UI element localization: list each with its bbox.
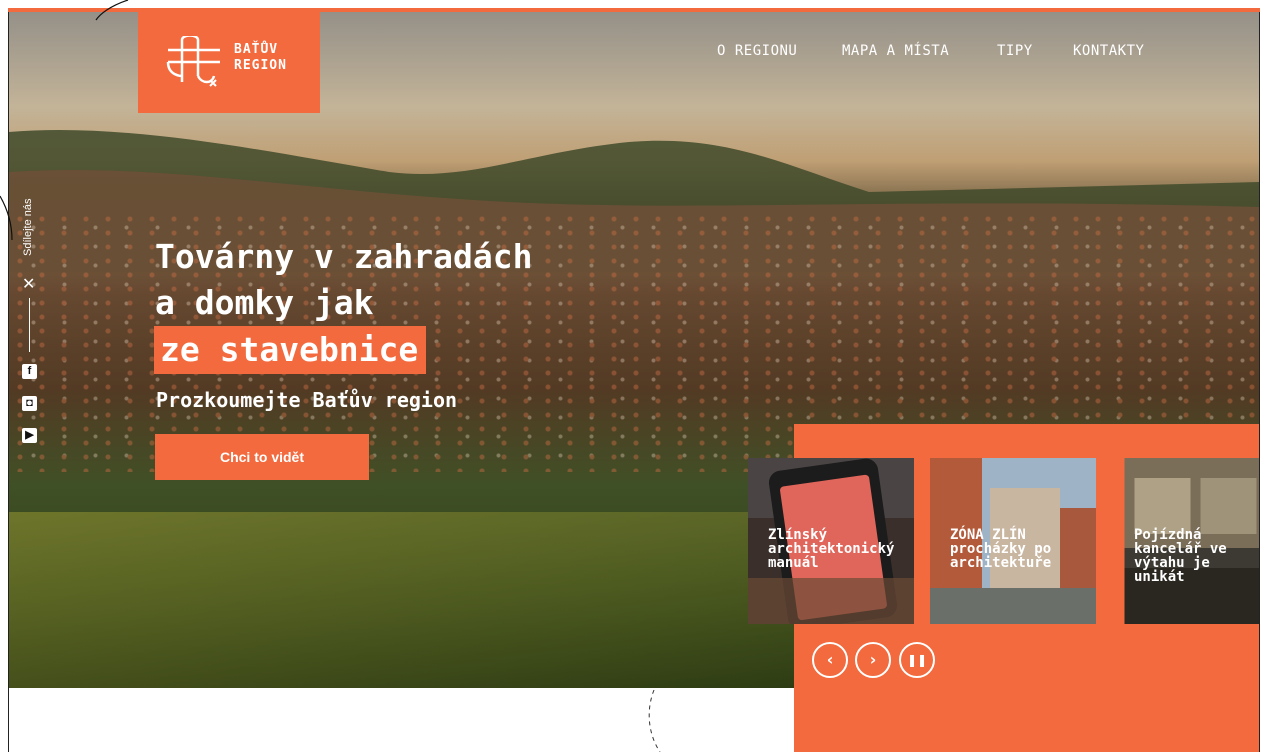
main-nav: O REGIONU MAPA A MÍSTA TIPY KONTAKTY <box>0 43 1263 63</box>
decorative-dashed-curve <box>648 690 661 752</box>
close-icon[interactable]: ✕ <box>22 276 35 292</box>
chevron-right-icon[interactable]: › <box>855 642 891 678</box>
hero-headline: Továrny v zahradách a domky jak ze stave… <box>154 234 533 374</box>
instagram-icon[interactable]: ◘ <box>22 396 37 411</box>
nav-item-o-regionu[interactable]: O REGIONU <box>717 43 797 59</box>
hero-subtitle: Prozkoumejte Baťův region <box>156 388 458 412</box>
frame-right-border <box>1259 8 1260 752</box>
instagram-glyph: ◘ <box>26 397 33 409</box>
nav-item-mapa-a-mista[interactable]: MAPA A MÍSTA <box>842 43 949 59</box>
youtube-icon[interactable]: ▶ <box>22 428 37 443</box>
facebook-icon[interactable]: f <box>22 364 37 379</box>
pause-icon[interactable]: ❚❚ <box>899 642 935 678</box>
share-divider <box>29 298 30 352</box>
card-architecture-manual[interactable]: Zlínský architektonický manuál <box>748 458 914 624</box>
youtube-glyph: ▶ <box>25 429 34 441</box>
card-title: ZÓNA ZLÍN procházky po architektuře <box>950 527 1052 571</box>
hero-headline-highlight: ze stavebnice <box>154 326 427 374</box>
hero-headline-line2: a domky jak <box>155 283 374 322</box>
chevron-left-icon[interactable]: ‹ <box>812 642 848 678</box>
meadow-field <box>9 512 809 688</box>
cta-button[interactable]: Chci to vidět <box>155 434 369 480</box>
hero-headline-line1: Továrny v zahradách <box>155 237 533 276</box>
card-title: Pojízdná kancelář ve výtahu je unikát <box>1134 527 1227 585</box>
facebook-glyph: f <box>27 365 32 377</box>
card-zona-zlin[interactable]: ZÓNA ZLÍN procházky po architektuře <box>930 458 1096 624</box>
decorative-corner-curve <box>0 0 129 241</box>
nav-item-tipy[interactable]: TIPY <box>997 43 1033 59</box>
card-title: Zlínský architektonický manuál <box>768 527 895 571</box>
card-pojizdna-kancelar[interactable]: Pojízdná kancelář ve výtahu je unikát <box>1114 458 1259 624</box>
nav-item-kontakty[interactable]: KONTAKTY <box>1073 43 1144 59</box>
